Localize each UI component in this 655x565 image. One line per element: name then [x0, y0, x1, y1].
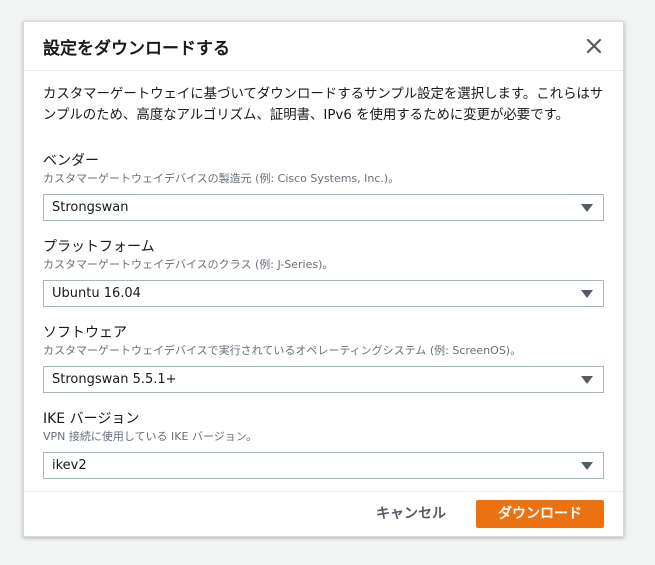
software-select[interactable]: Strongswan 5.5.1+ [43, 366, 604, 393]
close-icon [586, 38, 602, 54]
download-config-modal: 設定をダウンロードする カスタマーゲートウェイに基づいてダウンロードするサンプル… [23, 21, 624, 537]
ike-version-select-value: ikev2 [52, 458, 87, 473]
modal-description: カスタマーゲートウェイに基づいてダウンロードするサンプル設定を選択します。これら… [43, 87, 604, 123]
platform-select[interactable]: Ubuntu 16.04 [43, 280, 604, 307]
vendor-field: ベンダー カスタマーゲートウェイデバイスの製造元 (例: Cisco Syste… [43, 152, 606, 221]
ike-version-select[interactable]: ikev2 [43, 452, 604, 479]
modal-footer: キャンセル ダウンロード [24, 491, 623, 536]
cancel-button[interactable]: キャンセル [369, 500, 453, 528]
close-button[interactable] [583, 35, 605, 57]
platform-select-value: Ubuntu 16.04 [52, 286, 141, 301]
vendor-select[interactable]: Strongswan [43, 194, 604, 221]
ike-version-label: IKE バージョン [43, 411, 140, 427]
vendor-select-value: Strongswan [52, 200, 129, 215]
software-help: カスタマーゲートウェイデバイスで実行されているオペレーティングシステム (例: … [43, 344, 522, 357]
platform-field: プラットフォーム カスタマーゲートウェイデバイスのクラス (例: J-Serie… [43, 238, 606, 307]
caret-down-icon [581, 290, 593, 298]
platform-help: カスタマーゲートウェイデバイスのクラス (例: J-Series)。 [43, 258, 334, 271]
vendor-label: ベンダー [43, 153, 99, 169]
platform-label: プラットフォーム [43, 239, 155, 255]
caret-down-icon [581, 462, 593, 470]
modal-title: 設定をダウンロードする [43, 39, 230, 59]
software-select-value: Strongswan 5.5.1+ [52, 372, 177, 387]
caret-down-icon [581, 376, 593, 384]
modal-body: カスタマーゲートウェイに基づいてダウンロードするサンプル設定を選択します。これら… [43, 84, 606, 479]
ike-version-help: VPN 接続に使用している IKE バージョン。 [43, 430, 258, 443]
software-field: ソフトウェア カスタマーゲートウェイデバイスで実行されているオペレーティングシス… [43, 324, 606, 393]
vendor-help: カスタマーゲートウェイデバイスの製造元 (例: Cisco Systems, I… [43, 172, 400, 185]
software-label: ソフトウェア [43, 325, 127, 341]
modal-header: 設定をダウンロードする [24, 22, 623, 71]
ike-version-field: IKE バージョン VPN 接続に使用している IKE バージョン。 ikev2 [43, 410, 606, 479]
caret-down-icon [581, 204, 593, 212]
download-button[interactable]: ダウンロード [476, 500, 604, 528]
